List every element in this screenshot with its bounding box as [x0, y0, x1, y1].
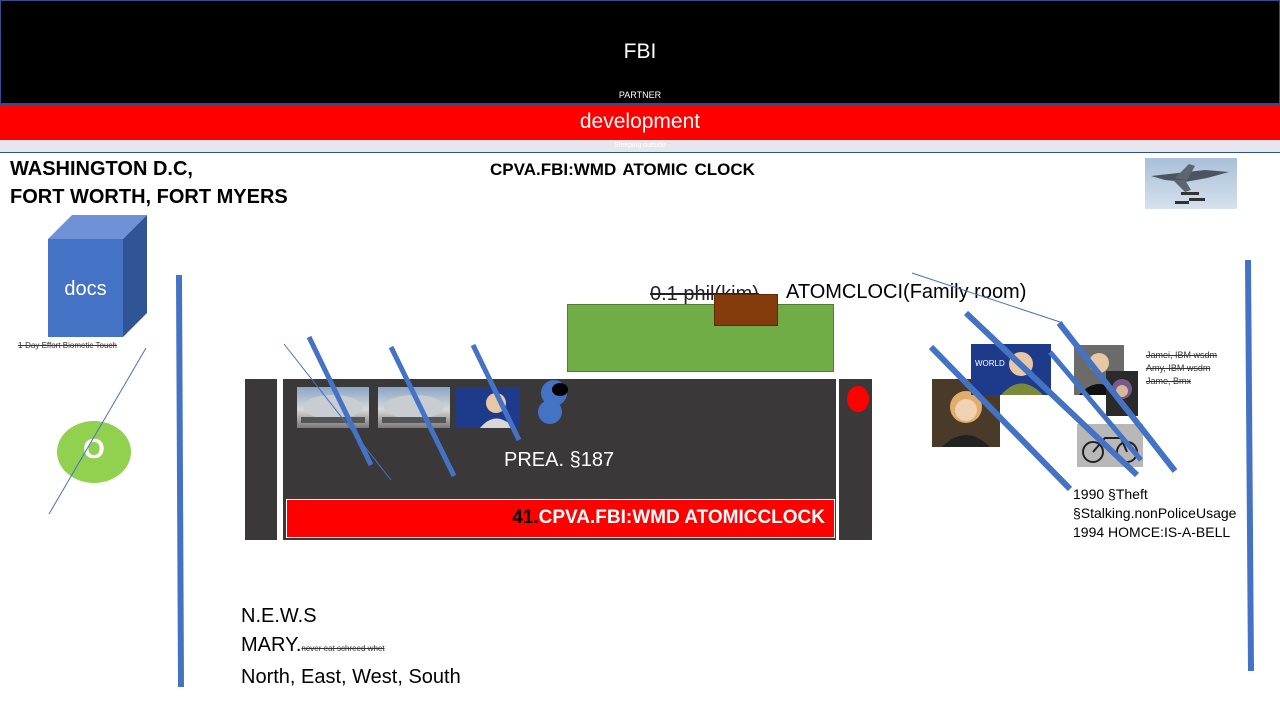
news-block: N.E.W.S MARY.never eat schreed whet Nort… [241, 602, 461, 692]
development-title: development [579, 110, 701, 133]
statute-label: PREA. §187 [504, 449, 615, 471]
aircraft-photo-1 [297, 387, 369, 428]
atomic-clock-bar-label: CPVA.FBI:WMD ATOMICCLOCK [538, 507, 825, 528]
bicycle-photo [1077, 424, 1143, 467]
events-list: 1990 §Theft §Stalking.nonPoliceUsage 199… [1073, 485, 1236, 542]
docs-label: docs [64, 278, 107, 300]
locations-line-1: WASHINGTON D.C, [10, 158, 193, 180]
portrait-icon [1112, 379, 1132, 399]
news-line-3: North, East, West, South [241, 666, 461, 688]
news-line-2-main: MARY. [241, 634, 302, 656]
grey-band-text: Sleeping outside [614, 142, 666, 149]
green-circle-label: O [83, 433, 105, 464]
locations-heading: WASHINGTON D.C, FORT WORTH, FORT MYERS [10, 155, 288, 211]
news-line-2-strike: never eat schreed whet [301, 644, 385, 653]
room-label: ATOMCLOCI(Family room) [786, 281, 1027, 303]
event-item: 1990 §Theft [1073, 486, 1148, 502]
event-item: 1994 HOMCE:IS-A-BELL [1073, 524, 1231, 540]
green-rectangle [567, 304, 834, 372]
red-dot [847, 386, 869, 412]
aircraft-icon-2 [382, 395, 446, 423]
left-side-panel [245, 379, 277, 540]
news-line-1: N.E.W.S [241, 605, 317, 627]
docs-caption: 1-Day Effort Biometic Touch [18, 341, 117, 350]
atomic-clock-bar-number: 41. [512, 507, 539, 528]
name-item: Jame, Bmx [1146, 376, 1192, 386]
vertical-line-left [176, 274, 184, 688]
name-item: Amy, IBM wsdm [1146, 363, 1211, 373]
vertical-line-right [1245, 259, 1254, 672]
forum-photo-small [456, 387, 520, 428]
jet-icon [1151, 164, 1229, 204]
header-title: FBI [623, 40, 657, 63]
brown-rectangle [714, 294, 778, 326]
portrait-photo [1106, 371, 1138, 416]
forum-photo-large: WORLD [971, 344, 1051, 395]
locations-line-2: FORT WORTH, FORT MYERS [10, 186, 288, 208]
names-list: Jamei, IBM wsdm Amy, IBM wsdm Jame, Bmx [1146, 349, 1217, 388]
header-partner: PARTNER [618, 90, 662, 100]
grey-band: Sleeping outside [0, 140, 1280, 153]
event-item: §Stalking.nonPoliceUsage [1073, 505, 1237, 521]
svg-text:WORLD: WORLD [975, 359, 1005, 368]
person-icon-small [480, 393, 514, 428]
name-item: Jamei, IBM wsdm [1146, 350, 1218, 360]
aircraft-photo-2 [378, 387, 450, 428]
jet-photo [1145, 158, 1237, 209]
news-line-2: MARY.never eat schreed whet [241, 631, 461, 663]
black-dot [552, 383, 568, 396]
person-icon-large: WORLD [975, 352, 1043, 395]
top-atomic-clock-label: CPVA.FBI:WMD ATOMIC CLOCK [490, 160, 755, 179]
aircraft-icon-1 [301, 395, 365, 423]
bicycle-icon [1082, 437, 1138, 463]
atomic-clock-bar-text: 41.CPVA.FBI:WMD ATOMICCLOCK [286, 507, 825, 529]
